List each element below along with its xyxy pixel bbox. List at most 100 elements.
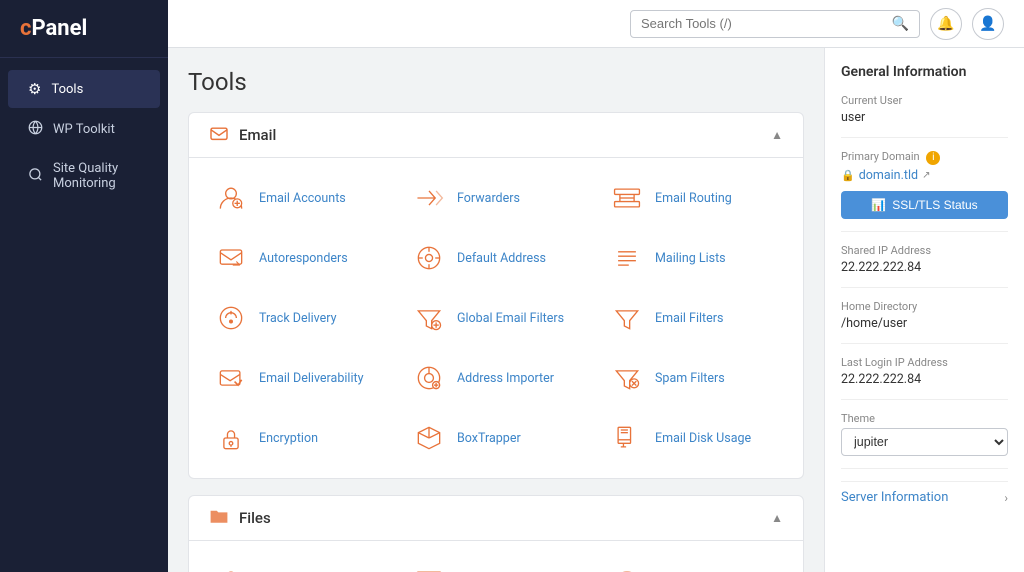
primary-domain-label: Primary Domain i: [841, 150, 1008, 165]
external-link-icon: ↗: [922, 170, 930, 181]
global-email-filters-icon: [411, 300, 447, 336]
default-address-label: Default Address: [457, 251, 546, 266]
header: 🔍 🔔 👤: [168, 0, 1024, 48]
panel-title: General Information: [841, 64, 1008, 80]
tools-icon: ⚙: [28, 80, 41, 98]
images-icon: [411, 563, 447, 572]
mailing-lists-label: Mailing Lists: [655, 251, 726, 266]
tool-global-email-filters[interactable]: Global Email Filters: [397, 288, 595, 348]
autoresponders-icon: [213, 240, 249, 276]
tool-address-importer[interactable]: Address Importer: [397, 348, 595, 408]
main-area: 🔍 🔔 👤 Tools Email: [168, 0, 1024, 572]
email-filters-label: Email Filters: [655, 311, 723, 326]
home-dir-row: Home Directory /home/user: [841, 300, 1008, 344]
tool-email-accounts[interactable]: Email Accounts: [199, 168, 397, 228]
search-icon: 🔍: [892, 16, 909, 32]
tool-directory-privacy[interactable]: Directory Privacy: [595, 551, 793, 572]
email-disk-usage-icon: [609, 420, 645, 456]
primary-domain-row: Primary Domain i 🔒 domain.tld ↗ 📊 SSL/TL…: [841, 150, 1008, 232]
tool-mailing-lists[interactable]: Mailing Lists: [595, 228, 793, 288]
tool-email-filters[interactable]: Email Filters: [595, 288, 793, 348]
server-info-row[interactable]: Server Information ›: [841, 481, 1008, 513]
email-toggle-icon[interactable]: ▲: [771, 128, 783, 142]
ssl-bar-icon: 📊: [871, 198, 886, 212]
right-panel: General Information Current User user Pr…: [824, 48, 1024, 572]
email-deliverability-icon: [213, 360, 249, 396]
email-icon: [209, 125, 229, 145]
shared-ip-label: Shared IP Address: [841, 244, 1008, 257]
boxtrapper-label: BoxTrapper: [457, 431, 521, 446]
page-title: Tools: [188, 68, 804, 96]
tool-autoresponders[interactable]: Autoresponders: [199, 228, 397, 288]
sidebar-item-wp-toolkit[interactable]: WP Toolkit: [8, 110, 160, 149]
home-dir-label: Home Directory: [841, 300, 1008, 313]
email-disk-usage-label: Email Disk Usage: [655, 431, 751, 446]
email-filters-icon: [609, 300, 645, 336]
address-importer-label: Address Importer: [457, 371, 554, 386]
shared-ip-row: Shared IP Address 22.222.222.84: [841, 244, 1008, 288]
autoresponders-label: Autoresponders: [259, 251, 348, 266]
email-routing-label: Email Routing: [655, 191, 732, 206]
tool-spam-filters[interactable]: Spam Filters: [595, 348, 793, 408]
global-email-filters-label: Global Email Filters: [457, 311, 564, 326]
files-section-header[interactable]: Files ▲: [189, 496, 803, 541]
track-delivery-icon: [213, 300, 249, 336]
site-quality-icon: [28, 167, 43, 186]
sidebar-nav: ⚙ Tools WP Toolkit Site Quality Monitori…: [0, 58, 168, 213]
current-user-value: user: [841, 110, 1008, 125]
encryption-label: Encryption: [259, 431, 318, 446]
theme-select[interactable]: jupiter paper_lantern: [841, 428, 1008, 456]
files-tools-grid: File Manager Images: [189, 541, 803, 572]
tool-images[interactable]: Images: [397, 551, 595, 572]
default-address-icon: [411, 240, 447, 276]
track-delivery-label: Track Delivery: [259, 311, 337, 326]
search-bar[interactable]: 🔍: [630, 10, 920, 38]
theme-label: Theme: [841, 412, 1008, 425]
email-accounts-icon: [213, 180, 249, 216]
email-deliverability-label: Email Deliverability: [259, 371, 364, 386]
wordpress-icon: [28, 120, 43, 139]
tool-file-manager[interactable]: File Manager: [199, 551, 397, 572]
tool-forwarders[interactable]: Forwarders: [397, 168, 595, 228]
primary-domain-badge: i: [926, 151, 940, 165]
email-routing-icon: [609, 180, 645, 216]
address-importer-icon: [411, 360, 447, 396]
forwarders-label: Forwarders: [457, 191, 520, 206]
encryption-icon: [213, 420, 249, 456]
file-manager-icon: [213, 563, 249, 572]
tool-boxtrapper[interactable]: BoxTrapper: [397, 408, 595, 468]
tool-encryption[interactable]: Encryption: [199, 408, 397, 468]
content-area: Tools Email ▲: [168, 48, 1024, 572]
last-login-value: 22.222.222.84: [841, 372, 1008, 387]
directory-privacy-icon: [609, 563, 645, 572]
email-accounts-label: Email Accounts: [259, 191, 346, 206]
spam-filters-icon: [609, 360, 645, 396]
tools-main: Tools Email ▲: [168, 48, 824, 572]
tool-email-deliverability[interactable]: Email Deliverability: [199, 348, 397, 408]
lock-icon: 🔒: [841, 169, 855, 182]
theme-row: Theme jupiter paper_lantern: [841, 412, 1008, 469]
tool-email-disk-usage[interactable]: Email Disk Usage: [595, 408, 793, 468]
ssl-tls-button[interactable]: 📊 SSL/TLS Status: [841, 191, 1008, 219]
tool-default-address[interactable]: Default Address: [397, 228, 595, 288]
sidebar-item-site-quality[interactable]: Site Quality Monitoring: [8, 151, 160, 201]
files-toggle-icon[interactable]: ▲: [771, 511, 783, 525]
user-icon[interactable]: 👤: [972, 8, 1004, 40]
current-user-row: Current User user: [841, 94, 1008, 138]
tool-email-routing[interactable]: Email Routing: [595, 168, 793, 228]
email-tools-grid: Email Accounts Forwarders: [189, 158, 803, 478]
home-dir-value: /home/user: [841, 316, 1008, 331]
spam-filters-label: Spam Filters: [655, 371, 725, 386]
search-input[interactable]: [641, 16, 886, 31]
tool-track-delivery[interactable]: Track Delivery: [199, 288, 397, 348]
primary-domain-link[interactable]: domain.tld ↗: [859, 168, 931, 183]
boxtrapper-icon: [411, 420, 447, 456]
last-login-row: Last Login IP Address 22.222.222.84: [841, 356, 1008, 400]
email-section-header[interactable]: Email ▲: [189, 113, 803, 158]
last-login-label: Last Login IP Address: [841, 356, 1008, 369]
notifications-icon[interactable]: 🔔: [930, 8, 962, 40]
forwarders-icon: [411, 180, 447, 216]
sidebar-item-tools[interactable]: ⚙ Tools: [8, 70, 160, 108]
mailing-lists-icon: [609, 240, 645, 276]
logo: cPanel: [0, 0, 168, 58]
